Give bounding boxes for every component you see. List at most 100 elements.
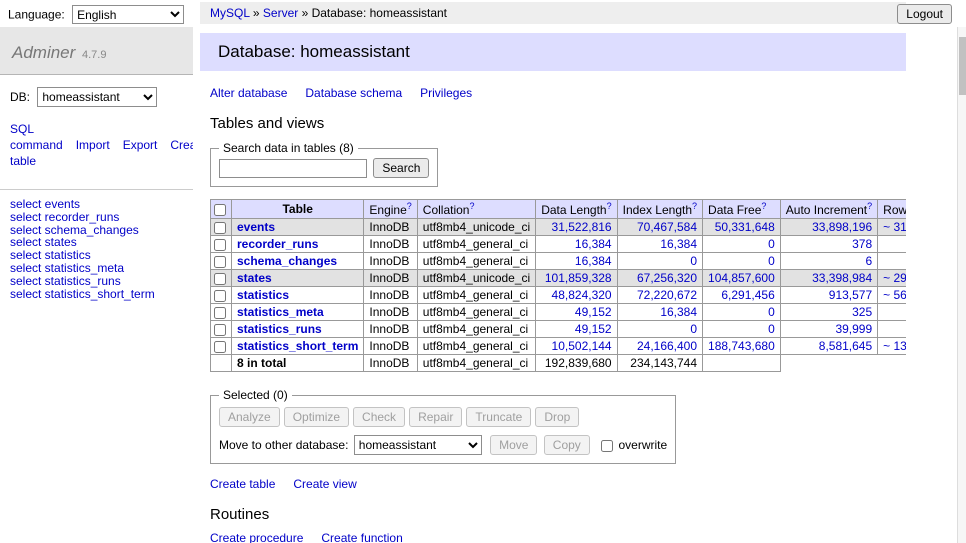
- breadcrumb-link-server[interactable]: Server: [263, 6, 298, 20]
- search-input[interactable]: [219, 159, 367, 178]
- sidebar-select-recorder-runs[interactable]: select recorder_runs: [10, 211, 183, 224]
- sidebar-select-statistics-meta[interactable]: select statistics_meta: [10, 262, 183, 275]
- db-select[interactable]: homeassistant: [37, 87, 157, 107]
- sidebar-link-sql-command[interactable]: SQL command: [10, 122, 63, 152]
- data-free-cell: 0: [703, 253, 781, 270]
- data-length-link[interactable]: 10,502,144: [552, 339, 612, 353]
- auto-increment-link[interactable]: 33,398,984: [812, 271, 872, 285]
- sidebar-link-export[interactable]: Export: [123, 138, 158, 152]
- data-free-link[interactable]: 0: [768, 237, 775, 251]
- overwrite-checkbox[interactable]: [601, 440, 613, 452]
- column-header-table: Table: [232, 200, 364, 219]
- move-db-select[interactable]: homeassistant: [354, 435, 482, 455]
- table-link-statistics_meta[interactable]: statistics_meta: [237, 305, 324, 319]
- table-link-states[interactable]: states: [237, 271, 272, 285]
- auto-increment-link[interactable]: 33,898,196: [812, 220, 872, 234]
- index-length-link[interactable]: 67,256,320: [637, 271, 697, 285]
- row-checkbox-statistics_short_term[interactable]: [214, 341, 226, 353]
- row-checkbox-schema_changes[interactable]: [214, 256, 226, 268]
- select-all-checkbox[interactable]: [214, 204, 226, 216]
- index-length-link[interactable]: 16,384: [660, 305, 697, 319]
- index-length-link[interactable]: 16,384: [660, 237, 697, 251]
- data-free-link[interactable]: 104,857,600: [708, 271, 775, 285]
- row-checkbox-statistics_meta[interactable]: [214, 307, 226, 319]
- help-link[interactable]: ?: [867, 201, 872, 211]
- create-table-link[interactable]: Create table: [210, 477, 275, 491]
- table-link-schema_changes[interactable]: schema_changes: [237, 254, 337, 268]
- logout-button[interactable]: Logout: [897, 4, 952, 24]
- table-link-recorder_runs[interactable]: recorder_runs: [237, 237, 318, 251]
- scrollbar[interactable]: [957, 27, 966, 543]
- routines-title: Routines: [210, 506, 896, 523]
- sidebar-select-statistics-short-term[interactable]: select statistics_short_term: [10, 288, 183, 301]
- table-link-statistics_runs[interactable]: statistics_runs: [237, 322, 322, 336]
- data-length-link[interactable]: 48,824,320: [552, 288, 612, 302]
- help-link[interactable]: ?: [407, 201, 412, 211]
- auto-increment-link[interactable]: 378: [852, 237, 872, 251]
- create-procedure-link[interactable]: Create procedure: [210, 531, 303, 543]
- action-database-schema[interactable]: Database schema: [305, 86, 402, 100]
- action-alter-database[interactable]: Alter database: [210, 86, 287, 100]
- index-length-link[interactable]: 72,220,672: [637, 288, 697, 302]
- rows-count-link[interactable]: ~ 312,180: [883, 220, 906, 234]
- table-link-statistics[interactable]: statistics: [237, 288, 289, 302]
- auto-increment-link[interactable]: 8,581,645: [819, 339, 872, 353]
- data-free-link[interactable]: 188,743,680: [708, 339, 775, 353]
- action-privileges[interactable]: Privileges: [420, 86, 472, 100]
- help-link[interactable]: ?: [607, 201, 612, 211]
- adminer-app: Language: English MySQL » Server » Datab…: [0, 0, 966, 543]
- create-view-link[interactable]: Create view: [293, 477, 356, 491]
- index-length-link[interactable]: 70,467,584: [637, 220, 697, 234]
- truncate-button[interactable]: Truncate: [466, 407, 531, 427]
- data-free-link[interactable]: 6,291,456: [721, 288, 774, 302]
- auto-increment-link[interactable]: 325: [852, 305, 872, 319]
- help-link[interactable]: ?: [469, 201, 474, 211]
- copy-button[interactable]: Copy: [544, 435, 590, 455]
- repair-button[interactable]: Repair: [409, 407, 462, 427]
- auto-increment-link[interactable]: 39,999: [835, 322, 872, 336]
- rows-count-link[interactable]: ~ 136,108: [883, 339, 906, 353]
- breadcrumb-link-mysql[interactable]: MySQL: [210, 6, 250, 20]
- data-free-link[interactable]: 0: [768, 322, 775, 336]
- index-length-link[interactable]: 0: [690, 322, 697, 336]
- drop-button[interactable]: Drop: [535, 407, 579, 427]
- move-button[interactable]: Move: [490, 435, 537, 455]
- help-link[interactable]: ?: [761, 201, 766, 211]
- create-function-link[interactable]: Create function: [321, 531, 402, 543]
- scrollbar-thumb[interactable]: [959, 37, 966, 95]
- language-select[interactable]: English: [72, 5, 184, 24]
- data-length-link[interactable]: 16,384: [575, 237, 612, 251]
- auto-increment-link[interactable]: 6: [865, 254, 872, 268]
- overwrite-label: overwrite: [619, 438, 668, 452]
- table-name-cell: recorder_runs: [232, 236, 364, 253]
- rows-count-link[interactable]: ~ 569,159: [883, 288, 906, 302]
- row-checkbox-statistics_runs[interactable]: [214, 324, 226, 336]
- row-checkbox-cell: [211, 287, 232, 304]
- row-checkbox-statistics[interactable]: [214, 290, 226, 302]
- data-free-link[interactable]: 0: [768, 305, 775, 319]
- table-link-events[interactable]: events: [237, 220, 275, 234]
- analyze-button[interactable]: Analyze: [219, 407, 280, 427]
- table-link-statistics_short_term[interactable]: statistics_short_term: [237, 339, 358, 353]
- row-checkbox-events[interactable]: [214, 222, 226, 234]
- sidebar-select-events[interactable]: select events: [10, 198, 183, 211]
- auto-increment-link[interactable]: 913,577: [829, 288, 872, 302]
- data-free-link[interactable]: 0: [768, 254, 775, 268]
- optimize-button[interactable]: Optimize: [284, 407, 349, 427]
- data-length-link[interactable]: 49,152: [575, 305, 612, 319]
- sidebar-link-import[interactable]: Import: [76, 138, 110, 152]
- index-length-link[interactable]: 0: [690, 254, 697, 268]
- data-length-link[interactable]: 101,859,328: [545, 271, 612, 285]
- row-checkbox-states[interactable]: [214, 273, 226, 285]
- row-checkbox-recorder_runs[interactable]: [214, 239, 226, 251]
- index-length-link[interactable]: 24,166,400: [637, 339, 697, 353]
- data-free-link[interactable]: 50,331,648: [715, 220, 775, 234]
- data-length-link[interactable]: 16,384: [575, 254, 612, 268]
- data-length-link[interactable]: 31,522,816: [552, 220, 612, 234]
- data-length-link[interactable]: 49,152: [575, 322, 612, 336]
- search-button[interactable]: Search: [373, 158, 429, 178]
- help-link[interactable]: ?: [692, 201, 697, 211]
- check-button[interactable]: Check: [353, 407, 405, 427]
- rows-count-link[interactable]: ~ 299,833: [883, 271, 906, 285]
- sidebar-select-statistics-runs[interactable]: select statistics_runs: [10, 275, 183, 288]
